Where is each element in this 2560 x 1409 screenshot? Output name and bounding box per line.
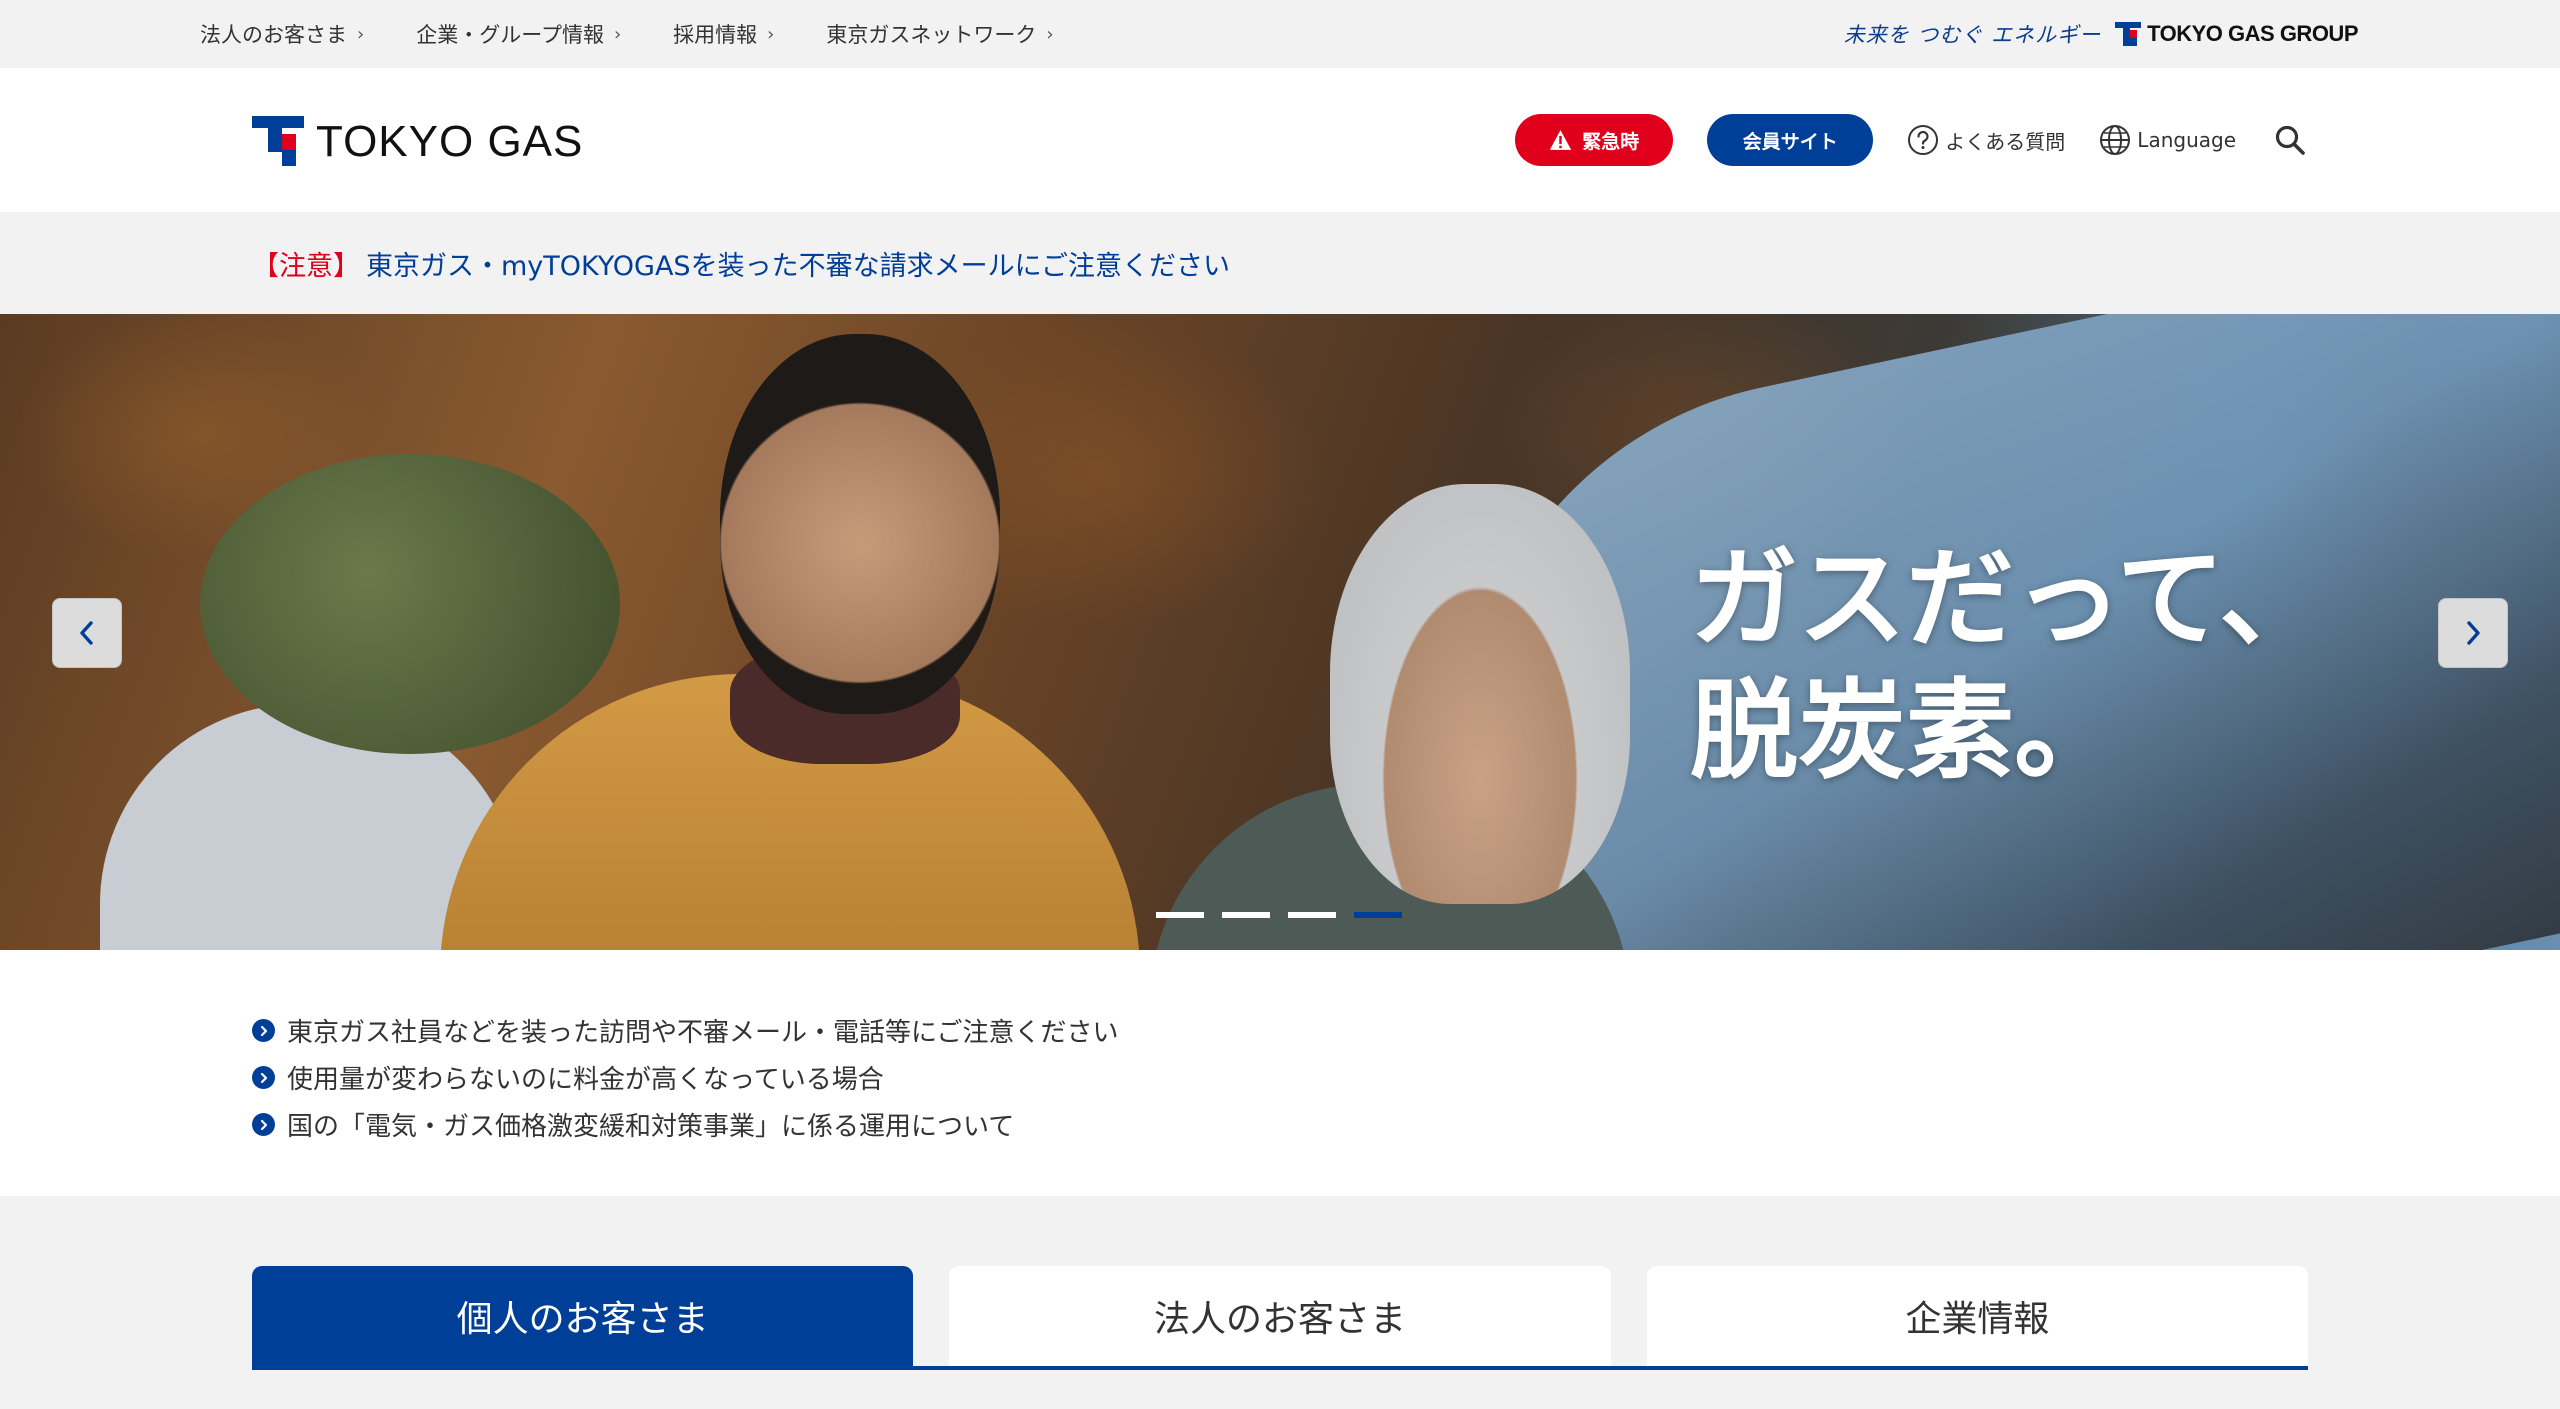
emergency-label: 緊急時 <box>1582 130 1640 153</box>
important-notices: 東京ガス社員などを装った訪問や不審メール・電話等にご注意ください 使用量が変わら… <box>0 950 2560 1196</box>
hero-person <box>1330 484 1630 904</box>
site-header: TOKYO GAS 緊急時 会員サイト よくある質問 Language <box>0 68 2560 212</box>
group-brand[interactable]: 未来を つむぐ エネルギー TOKYO GAS GROUP <box>1843 0 2359 68</box>
utility-link-label: 東京ガスネットワーク <box>826 23 1037 47</box>
language-label: Language <box>2137 128 2236 152</box>
notice-list-item[interactable]: 東京ガス社員などを装った訪問や不審メール・電話等にご注意ください <box>252 1007 1118 1054</box>
chevron-right-icon: › <box>1046 23 1054 45</box>
carousel-dot[interactable] <box>1156 912 1204 918</box>
search-icon <box>2275 125 2305 155</box>
search-button[interactable] <box>2270 120 2310 160</box>
globe-icon <box>2100 125 2131 155</box>
utility-link-company-info[interactable]: 企業・グループ情報 › <box>416 19 621 49</box>
notice-list-item[interactable]: 国の「電気・ガス価格激変緩和対策事業」に係る運用について <box>252 1101 1118 1148</box>
group-logo-text: TOKYO GAS GROUP <box>2147 21 2358 46</box>
segment-area: 個人のお客さま 法人のお客さま 企業情報 <box>0 1196 2560 1409</box>
group-tagline: 未来を つむぐ エネルギー <box>1843 23 2102 47</box>
faq-link[interactable]: よくある質問 <box>1907 124 2065 156</box>
notice-item-text: 東京ガス社員などを装った訪問や不審メール・電話等にご注意ください <box>287 1018 1119 1048</box>
utility-link-network[interactable]: 東京ガスネットワーク › <box>826 19 1053 49</box>
header-actions: 緊急時 会員サイト よくある質問 Language <box>1515 114 2310 166</box>
notice-bar: 【注意】 東京ガス・myTOKYOGASを装った不審な請求メールにご注意ください <box>0 212 2560 314</box>
notice-tag: 【注意】 <box>252 250 360 282</box>
language-selector[interactable]: Language <box>2099 124 2236 156</box>
tab-label: 法人のお客さま <box>1153 1299 1406 1340</box>
carousel-indicators <box>1156 912 1402 918</box>
hero-headline-line: ガスだって、 <box>1690 537 2328 662</box>
utility-link-label: 採用情報 <box>673 23 758 47</box>
tab-corporate-customers[interactable]: 法人のお客さま <box>949 1266 1611 1366</box>
carousel-next-button[interactable] <box>2438 598 2508 668</box>
chevron-circle-icon <box>252 1019 275 1042</box>
tab-label: 個人のお客さま <box>456 1299 709 1340</box>
emergency-button[interactable]: 緊急時 <box>1515 114 1674 166</box>
carousel-prev-button[interactable] <box>52 598 122 668</box>
notice-item-text: 国の「電気・ガス価格激変緩和対策事業」に係る運用について <box>287 1112 1015 1142</box>
utility-link-corporate-customers[interactable]: 法人のお客さま › <box>200 19 364 49</box>
tokyo-gas-mark-icon <box>2115 22 2142 46</box>
chevron-circle-icon <box>252 1113 275 1136</box>
group-logo: TOKYO GAS GROUP <box>2115 21 2358 47</box>
notice-list-item[interactable]: 使用量が変わらないのに料金が高くなっている場合 <box>252 1054 1118 1101</box>
utility-nav: 法人のお客さま › 企業・グループ情報 › 採用情報 › 東京ガスネットワーク … <box>200 0 1054 68</box>
notice-link[interactable]: 【注意】 東京ガス・myTOKYOGASを装った不審な請求メールにご注意ください <box>252 244 1230 283</box>
hero-person <box>720 334 1000 714</box>
utility-link-recruit[interactable]: 採用情報 › <box>673 19 774 49</box>
utility-bar: 法人のお客さま › 企業・グループ情報 › 採用情報 › 東京ガスネットワーク … <box>0 0 2560 68</box>
chevron-right-icon: › <box>357 23 365 45</box>
chevron-circle-icon <box>252 1066 275 1089</box>
chevron-right-icon: › <box>613 23 622 45</box>
segment-tabs: 個人のお客さま 法人のお客さま 企業情報 <box>252 1266 2308 1370</box>
carousel-dot-active[interactable] <box>1354 912 1402 918</box>
tokyo-gas-mark-icon <box>252 116 304 166</box>
warning-icon <box>1550 130 1572 150</box>
member-site-label: 会員サイト <box>1742 130 1838 153</box>
hero-carousel[interactable]: ガスだって、 脱炭素。 <box>0 314 2560 950</box>
hero-headline-line: 脱炭素。 <box>1690 668 2123 794</box>
tokyo-gas-logo[interactable]: TOKYO GAS <box>252 116 583 168</box>
tab-label: 企業情報 <box>1905 1299 2050 1340</box>
hero-person <box>200 454 620 754</box>
utility-link-label: 企業・グループ情報 <box>416 23 604 47</box>
hero-headline: ガスだって、 脱炭素。 <box>1690 534 2327 798</box>
carousel-dot[interactable] <box>1222 912 1270 918</box>
question-circle-icon <box>1908 125 1939 155</box>
tab-personal-customers[interactable]: 個人のお客さま <box>252 1266 914 1366</box>
carousel-dot[interactable] <box>1288 912 1336 918</box>
chevron-right-icon: › <box>767 23 775 45</box>
chevron-right-icon <box>2467 621 2480 645</box>
tab-company-info[interactable]: 企業情報 <box>1646 1266 2308 1366</box>
logo-text: TOKYO GAS <box>316 117 584 166</box>
chevron-left-icon <box>80 621 93 645</box>
faq-label: よくある質問 <box>1945 129 2066 154</box>
member-site-button[interactable]: 会員サイト <box>1707 114 1874 166</box>
notice-list: 東京ガス社員などを装った訪問や不審メール・電話等にご注意ください 使用量が変わら… <box>252 1007 1118 1148</box>
utility-link-label: 法人のお客さま <box>200 23 347 47</box>
notice-text: 東京ガス・myTOKYOGASを装った不審な請求メールにご注意ください <box>366 250 1231 282</box>
notice-item-text: 使用量が変わらないのに料金が高くなっている場合 <box>287 1065 884 1095</box>
